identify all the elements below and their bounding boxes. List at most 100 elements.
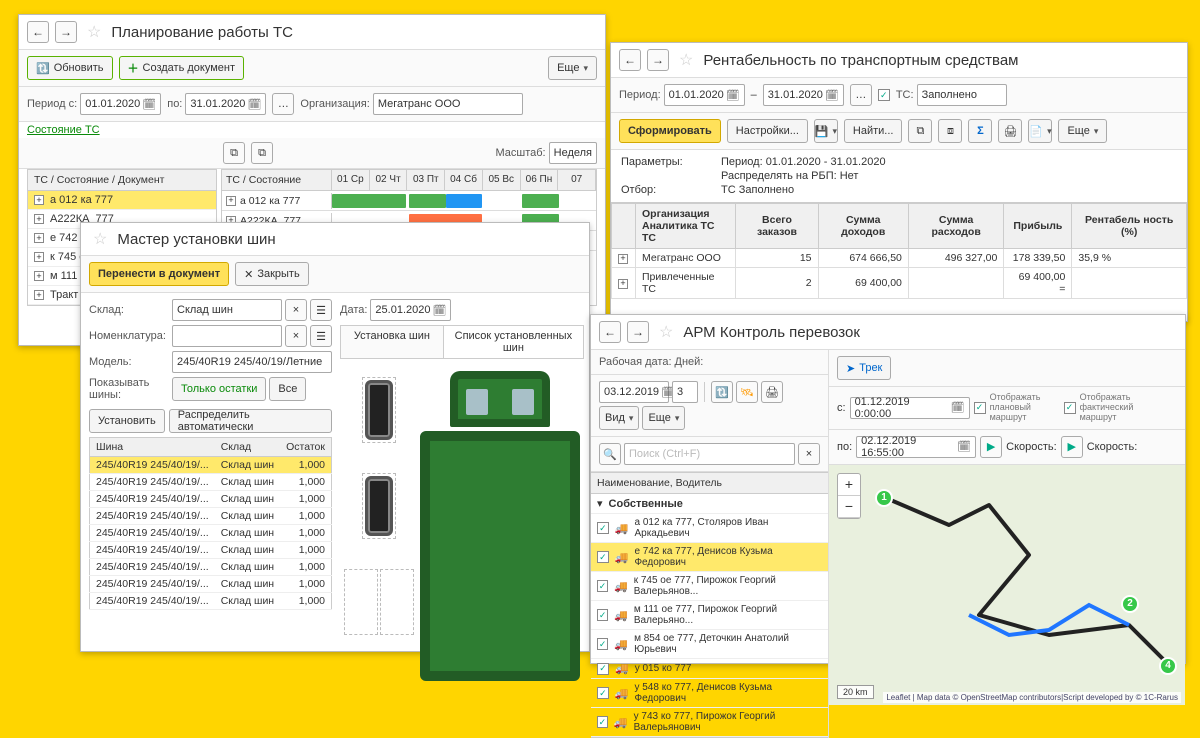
tab-install[interactable]: Установка шин <box>341 326 444 358</box>
gantt-tool-button[interactable]: ⧉ <box>251 142 273 164</box>
track-to-input[interactable]: 02.12.2019 16:55:00🗓 <box>856 436 976 458</box>
ts-filter-checkbox[interactable]: ✓ <box>878 89 890 101</box>
run-report-button[interactable]: Сформировать <box>619 119 721 143</box>
favorite-star-icon[interactable]: ☆ <box>87 22 101 42</box>
zoom-in-button[interactable]: + <box>838 474 860 496</box>
period-picker-button[interactable]: … <box>850 84 872 106</box>
period-to-input[interactable]: 31.01.2020🗓 <box>185 93 266 115</box>
vehicle-row[interactable]: ✓🚚а 012 ка 777, Столяров Иван Аркадьевич <box>591 514 828 543</box>
more-button[interactable]: Еще <box>1058 119 1107 143</box>
calendar-icon[interactable]: 🗓 <box>142 98 156 111</box>
export-button[interactable]: 📄 <box>1028 119 1052 143</box>
vehicle-checkbox[interactable]: ✓ <box>597 522 609 534</box>
save-variant-button[interactable]: 💾 <box>814 119 838 143</box>
favorite-star-icon[interactable]: ☆ <box>679 50 693 70</box>
show-plan-checkbox[interactable]: ✓ <box>974 402 986 414</box>
nav-back-button[interactable]: ← <box>619 49 641 71</box>
show-fact-checkbox[interactable]: ✓ <box>1064 402 1076 414</box>
vehicle-checkbox[interactable]: ✓ <box>597 716 608 728</box>
expand-icon[interactable]: + <box>34 233 44 243</box>
tire-slot[interactable] <box>344 569 378 635</box>
sum-button[interactable]: Σ <box>968 119 992 143</box>
expand-icon[interactable]: + <box>34 252 44 262</box>
tire-row[interactable]: 245/40R19 245/40/19/...Склад шин1,000 <box>90 474 332 491</box>
view-button[interactable]: Вид <box>599 406 639 430</box>
vehicle-checkbox[interactable]: ✓ <box>597 638 608 650</box>
vehicle-checkbox[interactable]: ✓ <box>597 580 608 592</box>
favorite-star-icon[interactable]: ☆ <box>659 322 673 342</box>
orange-location-icon[interactable]: 🛰 <box>736 381 758 403</box>
expand-button[interactable]: ⧉ <box>908 119 932 143</box>
auto-distribute-button[interactable]: Распределить автоматически <box>169 409 332 433</box>
green-refresh-icon[interactable]: 🔃 <box>711 381 733 403</box>
zoom-out-button[interactable]: − <box>838 496 860 518</box>
clear-button[interactable]: × <box>285 325 307 347</box>
open-button[interactable]: ☰ <box>310 325 332 347</box>
tab-installed-list[interactable]: Список установленных шин <box>444 326 583 358</box>
tire-row[interactable]: 245/40R19 245/40/19/...Склад шин1,000 <box>90 576 332 593</box>
tire-row[interactable]: 245/40R19 245/40/19/...Склад шин1,000 <box>90 491 332 508</box>
profit-row[interactable]: +Привлеченные ТС269 400,0069 400,00 = <box>612 268 1187 299</box>
install-button[interactable]: Установить <box>89 409 165 433</box>
days-input[interactable]: 3 <box>672 381 698 403</box>
gantt-bar[interactable] <box>409 194 446 208</box>
clear-button[interactable]: × <box>285 299 307 321</box>
vehicle-row[interactable]: ✓🚚к 745 ое 777, Пирожок Георгий Валерьян… <box>591 572 828 601</box>
track-button[interactable]: ➤ Трек <box>837 356 891 380</box>
map[interactable]: 1 2 4 + − 20 km Leaflet | Map data © Ope… <box>829 465 1185 705</box>
scale-select[interactable]: Неделя <box>549 142 597 164</box>
tire-row[interactable]: 245/40R19 245/40/19/...Склад шин1,000 <box>90 593 332 610</box>
gantt-bar[interactable] <box>332 194 406 208</box>
track-from-input[interactable]: 01.12.2019 0:00:00🗓 <box>850 397 970 419</box>
favorite-star-icon[interactable]: ☆ <box>93 229 107 249</box>
tire-row[interactable]: 245/40R19 245/40/19/...Склад шин1,000 <box>90 559 332 576</box>
state-link[interactable]: Состояние ТС <box>19 122 605 138</box>
vehicle-checkbox[interactable]: ✓ <box>597 609 608 621</box>
only-stock-toggle[interactable]: Только остатки <box>172 377 266 401</box>
tire-row[interactable]: 245/40R19 245/40/19/...Склад шин1,000 <box>90 457 332 474</box>
profit-row[interactable]: +Мегатранс ООО15674 666,50496 327,00178 … <box>612 249 1187 268</box>
gantt-bar[interactable] <box>446 194 483 208</box>
nav-fwd-button[interactable]: → <box>627 321 649 343</box>
nav-back-button[interactable]: ← <box>27 21 49 43</box>
calendar-icon[interactable]: 🗓 <box>247 98 261 111</box>
date-input[interactable]: 25.01.2020🗓 <box>370 299 451 321</box>
vehicle-row[interactable]: ✓🚚у 743 ко 777, Пирожок Георгий Валерьян… <box>591 708 828 737</box>
expand-icon[interactable]: + <box>34 195 44 205</box>
clear-search-button[interactable]: × <box>798 443 820 465</box>
expand-icon[interactable]: + <box>618 254 628 264</box>
tire-slot[interactable] <box>380 569 414 635</box>
org-input[interactable]: Мегатранс ООО <box>373 93 523 115</box>
group-own[interactable]: ▾Собственные <box>591 494 828 514</box>
profit-from-input[interactable]: 01.01.2020🗓 <box>664 84 745 106</box>
more-button[interactable]: Еще <box>642 406 685 430</box>
nav-back-button[interactable]: ← <box>599 321 621 343</box>
print-button[interactable]: 🖨 <box>998 119 1022 143</box>
expand-icon[interactable]: + <box>618 279 628 289</box>
warehouse-input[interactable]: Склад шин <box>172 299 282 321</box>
expand-icon[interactable]: + <box>34 290 44 300</box>
print-icon[interactable]: 🖨 <box>761 381 783 403</box>
vehicle-row[interactable]: ✓🚚м 111 ое 777, Пирожок Георгий Валерьян… <box>591 601 828 630</box>
gantt-bar[interactable] <box>522 194 559 208</box>
nomen-input[interactable] <box>172 325 282 347</box>
more-button[interactable]: Еще <box>548 56 597 80</box>
play-button[interactable]: ▶ <box>1061 436 1083 458</box>
vehicle-row[interactable]: ✓🚚у 548 ко 777, Денисов Кузьма Федорович <box>591 679 828 708</box>
ts-filter-input[interactable]: Заполнено <box>917 84 1007 106</box>
play-button[interactable]: ▶ <box>980 436 1002 458</box>
collapse-button[interactable]: ⧈ <box>938 119 962 143</box>
tire-slot[interactable] <box>362 473 396 539</box>
nav-fwd-button[interactable]: → <box>647 49 669 71</box>
open-button[interactable]: ☰ <box>310 299 332 321</box>
settings-button[interactable]: Настройки... <box>727 119 808 143</box>
tire-row[interactable]: 245/40R19 245/40/19/...Склад шин1,000 <box>90 508 332 525</box>
vehicle-checkbox[interactable]: ✓ <box>597 551 609 563</box>
find-button[interactable]: Найти... <box>844 119 903 143</box>
vehicle-checkbox[interactable]: ✓ <box>597 663 609 675</box>
nav-fwd-button[interactable]: → <box>55 21 77 43</box>
vehicle-row[interactable]: ✓🚚м 854 ое 777, Деточкин Анатолий Юрьеви… <box>591 630 828 659</box>
create-doc-button[interactable]: ＋Создать документ <box>119 56 245 80</box>
close-button[interactable]: ✕ Закрыть <box>235 262 309 286</box>
period-picker-button[interactable]: … <box>272 93 294 115</box>
